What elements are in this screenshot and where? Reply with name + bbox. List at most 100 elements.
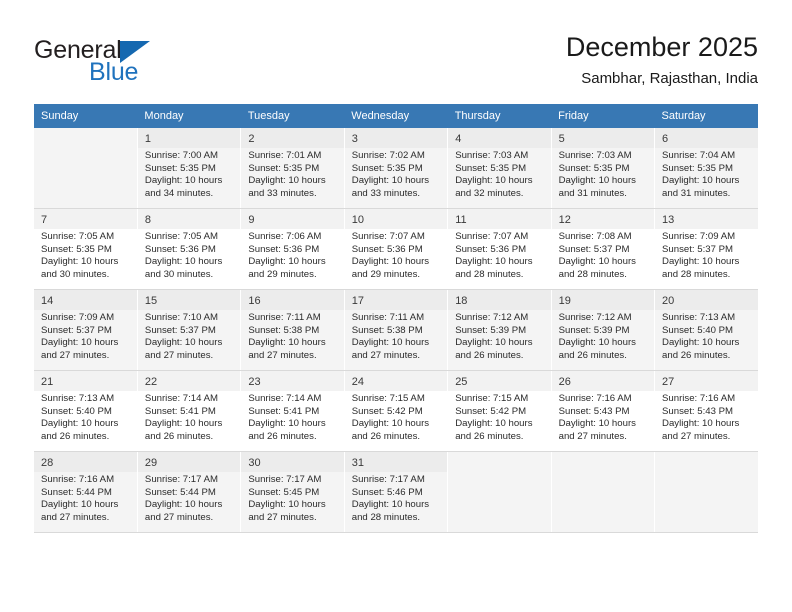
calendar-empty-cell: [34, 128, 138, 209]
day-daylight1-text: Daylight: 10 hours: [144, 337, 223, 349]
day-sunset-text: Sunset: 5:43 PM: [662, 405, 733, 417]
calendar-day-cell[interactable]: 17 Sunrise: 7:11 AM Sunset: 5:38 PM Dayligh…: [344, 289, 449, 371]
page-header: General Blue December 2025 Sambhar, Raja…: [0, 0, 792, 104]
day-sun-info: Sunrise: 7:15 AM Sunset: 5:42 PM Daylight:…: [345, 391, 447, 443]
day-number: 26: [551, 371, 655, 391]
day-number: 20: [655, 290, 758, 310]
calendar-day-cell[interactable]: 10 Sunrise: 7:07 AM Sunset: 5:36 PM Dayligh…: [344, 208, 449, 290]
calendar-day-cell[interactable]: 22 Sunrise: 7:14 AM Sunset: 5:41 PM Dayligh…: [137, 370, 242, 452]
day-number: 31: [344, 452, 448, 472]
calendar-day-cell[interactable]: 28 Sunrise: 7:16 AM Sunset: 5:44 PM Dayligh…: [34, 451, 138, 533]
calendar-day-cell[interactable]: 25 Sunrise: 7:15 AM Sunset: 5:42 PM Dayligh…: [447, 370, 552, 452]
day-daylight1-text: Daylight: 10 hours: [41, 256, 119, 268]
day-daylight1-text: Daylight: 10 hours: [248, 418, 326, 430]
calendar-day-cell[interactable]: 24 Sunrise: 7:15 AM Sunset: 5:42 PM Dayligh…: [344, 370, 449, 452]
day-sunset-text: Sunset: 5:41 PM: [248, 405, 320, 417]
day-daylight2-text: and 27 minutes.: [248, 349, 317, 361]
calendar-day-cell[interactable]: 29 Sunrise: 7:17 AM Sunset: 5:44 PM Dayligh…: [137, 451, 242, 533]
day-daylight2-text: and 28 minutes.: [662, 268, 731, 280]
day-daylight2-text: and 33 minutes.: [351, 187, 421, 199]
day-daylight1-text: Daylight: 10 hours: [144, 175, 223, 187]
calendar-day-cell[interactable]: 5 Sunrise: 7:03 AM Sunset: 5:35 PM Daylight…: [551, 128, 656, 209]
calendar-day-cell[interactable]: 16 Sunrise: 7:11 AM Sunset: 5:38 PM Dayligh…: [240, 289, 345, 371]
day-number: 16: [241, 290, 344, 310]
calendar-day-cell[interactable]: 3 Sunrise: 7:02 AM Sunset: 5:35 PM Daylight…: [344, 128, 449, 209]
day-daylight2-text: and 29 minutes.: [351, 268, 421, 280]
calendar-day-cell[interactable]: 26 Sunrise: 7:16 AM Sunset: 5:43 PM Dayligh…: [551, 370, 656, 452]
day-number: 8: [137, 209, 241, 229]
calendar-day-cell[interactable]: 14 Sunrise: 7:09 AM Sunset: 5:37 PM Dayligh…: [34, 289, 138, 371]
calendar-day-cell[interactable]: 23 Sunrise: 7:14 AM Sunset: 5:41 PM Dayligh…: [240, 370, 345, 452]
calendar-table: Sunday Monday Tuesday Wednesday Thursday…: [34, 104, 758, 533]
day-number: 25: [448, 371, 551, 391]
day-sunrise-text: Sunrise: 7:17 AM: [248, 474, 322, 485]
day-daylight1-text: Daylight: 10 hours: [558, 175, 636, 187]
day-sunrise-text: Sunrise: 7:09 AM: [41, 312, 115, 323]
calendar-day-cell[interactable]: 11 Sunrise: 7:07 AM Sunset: 5:36 PM Dayligh…: [447, 208, 552, 290]
calendar-day-cell[interactable]: 13 Sunrise: 7:09 AM Sunset: 5:37 PM Dayligh…: [654, 208, 758, 290]
calendar-day-cell[interactable]: 31 Sunrise: 7:17 AM Sunset: 5:46 PM Dayligh…: [344, 451, 449, 533]
day-sun-info: Sunrise: 7:12 AM Sunset: 5:39 PM Daylight:…: [448, 310, 550, 362]
day-daylight2-text: and 26 minutes.: [41, 430, 110, 442]
day-number: [655, 452, 758, 472]
calendar-day-cell[interactable]: 1 Sunrise: 7:00 AM Sunset: 5:35 PM Daylight…: [137, 128, 242, 209]
calendar-day-cell[interactable]: 8 Sunrise: 7:05 AM Sunset: 5:36 PM Daylight…: [137, 208, 242, 290]
day-daylight1-text: Daylight: 10 hours: [144, 418, 223, 430]
day-number: 28: [34, 452, 137, 472]
day-number: 17: [344, 290, 448, 310]
day-number: 7: [34, 209, 137, 229]
day-sunrise-text: Sunrise: 7:07 AM: [351, 231, 425, 242]
calendar-day-cell[interactable]: 20 Sunrise: 7:13 AM Sunset: 5:40 PM Dayligh…: [654, 289, 758, 371]
day-daylight1-text: Daylight: 10 hours: [455, 256, 533, 268]
day-sunrise-text: Sunrise: 7:03 AM: [455, 150, 529, 161]
day-sunrise-text: Sunrise: 7:01 AM: [248, 150, 322, 161]
day-sunset-text: Sunset: 5:41 PM: [144, 405, 216, 417]
day-daylight1-text: Daylight: 10 hours: [558, 418, 636, 430]
day-sunset-text: Sunset: 5:35 PM: [455, 162, 527, 174]
calendar-day-cell[interactable]: 15 Sunrise: 7:10 AM Sunset: 5:37 PM Dayligh…: [137, 289, 242, 371]
day-daylight2-text: and 29 minutes.: [248, 268, 317, 280]
day-daylight2-text: and 26 minutes.: [455, 430, 524, 442]
calendar-day-cell[interactable]: 6 Sunrise: 7:04 AM Sunset: 5:35 PM Daylight…: [654, 128, 758, 209]
general-blue-logo[interactable]: General Blue: [34, 36, 234, 92]
day-sunset-text: Sunset: 5:39 PM: [455, 324, 527, 336]
day-sunset-text: Sunset: 5:45 PM: [248, 486, 320, 498]
day-sun-info: Sunrise: 7:05 AM Sunset: 5:35 PM Daylight:…: [34, 229, 137, 281]
day-sunset-text: Sunset: 5:35 PM: [558, 162, 630, 174]
calendar-day-cell[interactable]: 7 Sunrise: 7:05 AM Sunset: 5:35 PM Daylight…: [34, 208, 138, 290]
calendar-day-cell[interactable]: 4 Sunrise: 7:03 AM Sunset: 5:35 PM Daylight…: [447, 128, 552, 209]
day-daylight2-text: and 31 minutes.: [662, 187, 731, 199]
day-daylight1-text: Daylight: 10 hours: [144, 256, 223, 268]
calendar-empty-cell: [654, 451, 758, 533]
calendar-day-cell[interactable]: 18 Sunrise: 7:12 AM Sunset: 5:39 PM Dayligh…: [447, 289, 552, 371]
day-sun-info: Sunrise: 7:00 AM Sunset: 5:35 PM Daylight:…: [138, 148, 240, 200]
calendar-day-cell[interactable]: 30 Sunrise: 7:17 AM Sunset: 5:45 PM Dayligh…: [240, 451, 345, 533]
day-sunrise-text: Sunrise: 7:12 AM: [558, 312, 632, 323]
day-daylight2-text: and 28 minutes.: [351, 511, 421, 523]
calendar-week-row: 1 Sunrise: 7:00 AM Sunset: 5:35 PM Daylight…: [34, 128, 758, 209]
day-sunset-text: Sunset: 5:44 PM: [144, 486, 216, 498]
day-daylight2-text: and 26 minutes.: [248, 430, 317, 442]
day-sunset-text: Sunset: 5:35 PM: [351, 162, 423, 174]
day-daylight2-text: and 27 minutes.: [144, 349, 214, 361]
day-number: 14: [34, 290, 137, 310]
calendar-day-cell[interactable]: 19 Sunrise: 7:12 AM Sunset: 5:39 PM Dayligh…: [551, 289, 656, 371]
day-sunset-text: Sunset: 5:42 PM: [455, 405, 527, 417]
day-daylight1-text: Daylight: 10 hours: [248, 256, 326, 268]
calendar-day-cell[interactable]: 2 Sunrise: 7:01 AM Sunset: 5:35 PM Daylight…: [240, 128, 345, 209]
day-daylight2-text: and 34 minutes.: [144, 187, 214, 199]
calendar-day-cell[interactable]: 9 Sunrise: 7:06 AM Sunset: 5:36 PM Daylight…: [240, 208, 345, 290]
calendar-day-cell[interactable]: 27 Sunrise: 7:16 AM Sunset: 5:43 PM Dayligh…: [654, 370, 758, 452]
page-title: December 2025: [565, 32, 758, 62]
day-number: 24: [344, 371, 448, 391]
day-number: 4: [448, 128, 551, 148]
day-sunrise-text: Sunrise: 7:12 AM: [455, 312, 529, 323]
day-sun-info: Sunrise: 7:09 AM Sunset: 5:37 PM Daylight:…: [655, 229, 758, 281]
calendar-day-cell[interactable]: 21 Sunrise: 7:13 AM Sunset: 5:40 PM Dayligh…: [34, 370, 138, 452]
calendar-day-cell[interactable]: 12 Sunrise: 7:08 AM Sunset: 5:37 PM Dayligh…: [551, 208, 656, 290]
day-sun-info: Sunrise: 7:16 AM Sunset: 5:44 PM Daylight:…: [34, 472, 137, 524]
day-daylight1-text: Daylight: 10 hours: [351, 499, 430, 511]
day-sun-info: Sunrise: 7:16 AM Sunset: 5:43 PM Daylight:…: [552, 391, 654, 443]
weekday-header-wednesday: Wednesday: [344, 104, 448, 128]
day-sun-info: Sunrise: 7:07 AM Sunset: 5:36 PM Daylight:…: [448, 229, 550, 281]
